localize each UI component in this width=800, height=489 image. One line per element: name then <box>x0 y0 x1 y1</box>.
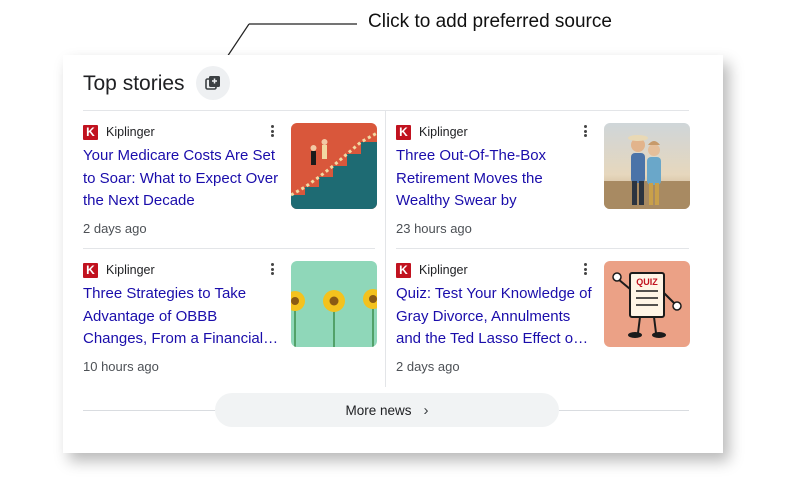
quiz-label: QUIZ <box>636 277 658 287</box>
callout-text: Click to add preferred source <box>368 11 612 32</box>
yellow-flowers-photo <box>291 261 377 347</box>
chevron-right-icon: › <box>423 401 429 419</box>
story-time: 2 days ago <box>396 359 460 374</box>
story-time: 10 hours ago <box>83 359 159 374</box>
more-options-icon[interactable] <box>266 123 278 139</box>
card-title: Top stories <box>83 72 185 95</box>
story-headline[interactable]: Quiz: Test Your Knowledge of Gray Divorc… <box>396 283 596 351</box>
more-news-divider-left <box>83 410 215 411</box>
couple-beach-photo <box>604 123 690 209</box>
add-source-icon <box>205 76 220 90</box>
publisher: K Kiplinger <box>396 261 468 279</box>
rising-stairs-illustration <box>291 123 377 209</box>
kiplinger-logo-icon: K <box>83 262 98 278</box>
column-divider <box>385 111 386 387</box>
story-time: 23 hours ago <box>396 221 472 236</box>
story-card[interactable]: K Kiplinger Three Out-Of-The-Box Retirem… <box>396 111 690 248</box>
story-time: 2 days ago <box>83 221 147 236</box>
story-headline[interactable]: Your Medicare Costs Are Set to Soar: Wha… <box>83 145 283 213</box>
kiplinger-logo-icon: K <box>396 262 411 278</box>
add-preferred-source-button[interactable] <box>196 66 230 100</box>
story-thumbnail[interactable]: QUIZ <box>604 261 690 347</box>
publisher: K Kiplinger <box>83 261 155 279</box>
more-options-icon[interactable] <box>579 123 591 139</box>
kiplinger-logo-icon: K <box>396 124 411 140</box>
publisher-name: Kiplinger <box>419 263 468 277</box>
story-card[interactable]: K Kiplinger Quiz: Test Your Knowledge of… <box>396 249 690 386</box>
more-options-icon[interactable] <box>266 261 278 277</box>
story-card[interactable]: K Kiplinger Three Strategies to Take Adv… <box>83 249 377 386</box>
publisher-name: Kiplinger <box>106 263 155 277</box>
story-thumbnail[interactable] <box>291 261 377 347</box>
story-headline[interactable]: Three Out-Of-The-Box Retirement Moves th… <box>396 145 596 213</box>
more-news-button[interactable]: More news › <box>215 393 559 427</box>
story-headline[interactable]: Three Strategies to Take Advantage of OB… <box>83 283 283 351</box>
story-thumbnail[interactable] <box>604 123 690 209</box>
publisher: K Kiplinger <box>83 123 155 141</box>
more-news-divider-right <box>559 410 689 411</box>
kiplinger-logo-icon: K <box>83 124 98 140</box>
story-card[interactable]: K Kiplinger Your Medicare Costs Are Set … <box>83 111 377 248</box>
publisher-name: Kiplinger <box>106 125 155 139</box>
more-news-label: More news <box>345 402 412 418</box>
story-thumbnail[interactable] <box>291 123 377 209</box>
quiz-character-illustration: QUIZ <box>604 261 690 347</box>
top-stories-card: Top stories K Kiplinger Your Medicare Co… <box>63 55 723 453</box>
publisher-name: Kiplinger <box>419 125 468 139</box>
more-options-icon[interactable] <box>579 261 591 277</box>
publisher: K Kiplinger <box>396 123 468 141</box>
